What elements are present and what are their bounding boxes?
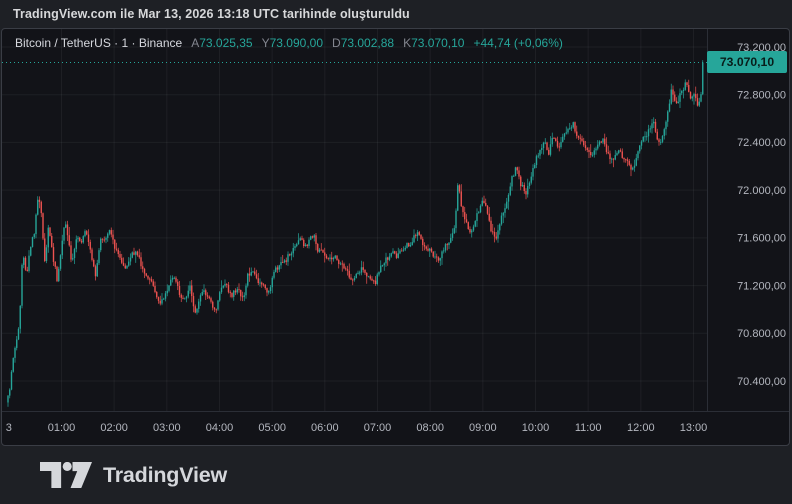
ohlc-high: Y73.090,00 xyxy=(261,36,324,50)
brand-text: TradingView xyxy=(103,462,228,487)
ohlc-low: D73.002,88 xyxy=(332,36,395,50)
footer-bar: TradingView xyxy=(0,446,792,504)
symbol-title[interactable]: Bitcoin / TetherUS · 1 · Binance xyxy=(15,36,182,50)
chart-svg: 73.200,0072.800,0072.400,0072.000,0071.6… xyxy=(2,29,789,445)
last-price-label: 73.070,10 xyxy=(707,51,787,73)
tradingview-snapshot: TradingView.com ile Mar 13, 2026 13:18 U… xyxy=(0,0,792,504)
price-axis[interactable] xyxy=(707,29,789,411)
attribution-text: TradingView.com ile Mar 13, 2026 13:18 U… xyxy=(13,7,410,21)
tradingview-logo-icon xyxy=(40,462,92,488)
change-value: +44,74 (+0,06%) xyxy=(473,36,563,50)
chart-pane[interactable] xyxy=(2,29,707,411)
ohlc-open: A73.025,35 xyxy=(191,36,253,50)
tradingview-logo-link[interactable]: TradingView xyxy=(40,462,227,488)
ohlc-close: K73.070,10 xyxy=(403,36,465,50)
attribution-bar: TradingView.com ile Mar 13, 2026 13:18 U… xyxy=(0,0,792,28)
chart-widget: 73.200,0072.800,0072.400,0072.000,0071.6… xyxy=(1,28,790,446)
chart-legend: Bitcoin / TetherUS · 1 · Binance A73.025… xyxy=(15,36,563,50)
time-axis[interactable] xyxy=(2,411,789,445)
